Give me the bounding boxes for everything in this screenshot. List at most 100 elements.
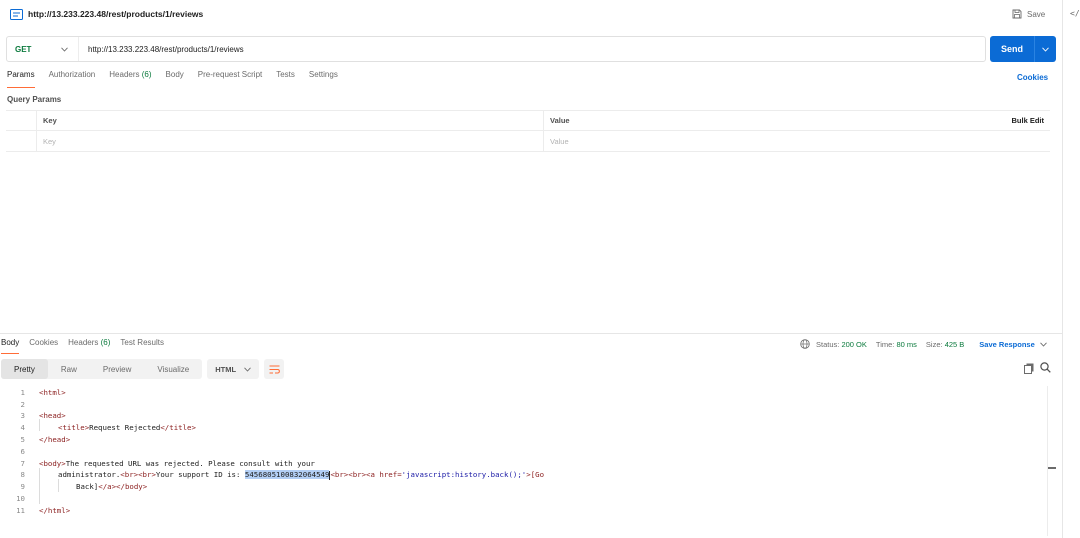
bulk-edit-button[interactable]: Bulk Edit — [943, 111, 1050, 130]
tab-body[interactable]: Body — [166, 70, 184, 88]
response-body-code[interactable]: 1 <html> 2 3 <head> 4 <title>Request Rej… — [0, 386, 1047, 536]
time-label: Time: — [875, 339, 895, 349]
line-number: 4 — [20, 423, 25, 432]
format-tabs: Pretty Raw Preview Visualize — [1, 359, 203, 379]
status-label: Status: — [816, 339, 840, 349]
table-header-row: Key Value Bulk Edit — [6, 110, 1050, 131]
url-input[interactable] — [79, 37, 959, 61]
support-id-selection[interactable]: 5456805100832064549 — [244, 470, 330, 479]
tab-label: Headers — [68, 338, 99, 347]
code-line: <head> — [39, 411, 66, 420]
save-button[interactable]: Save — [1012, 9, 1045, 19]
query-params-table: Key Value Bulk Edit — [6, 110, 1050, 152]
tab-label: Cookies — [29, 338, 59, 347]
method-select[interactable]: GET — [7, 37, 79, 61]
html-tag: >[Go — [526, 470, 545, 479]
param-key-input[interactable] — [43, 136, 543, 146]
cookies-link[interactable]: Cookies — [1017, 73, 1048, 82]
method-label: GET — [15, 44, 32, 54]
save-response-label: Save Response — [979, 339, 1035, 349]
line-number: 1 — [20, 388, 25, 397]
format-tab-preview[interactable]: Preview — [90, 359, 144, 379]
http-request-icon — [10, 9, 23, 20]
html-tag: </a></body> — [98, 482, 148, 491]
line-number: 11 — [16, 506, 25, 515]
url-bar: GET — [6, 36, 986, 62]
response-tab-test-results[interactable]: Test Results — [120, 338, 164, 354]
size-label: Size: — [925, 339, 943, 349]
row-checkbox[interactable] — [6, 131, 36, 151]
tab-label: Body — [1, 338, 20, 347]
tab-label: Headers — [109, 70, 140, 79]
search-icon[interactable] — [1040, 362, 1051, 373]
html-attr: href= — [379, 470, 402, 479]
postman-app: http://13.233.223.48/rest/products/1/rev… — [0, 0, 1080, 538]
save-response-button[interactable]: Save Response — [979, 339, 1047, 349]
wrap-lines-button[interactable] — [264, 359, 285, 379]
code-text: Request Rejected — [89, 423, 161, 432]
code-text: Your support ID is: — [155, 470, 245, 479]
format-tab-raw[interactable]: Raw — [48, 359, 90, 379]
code-snippet-toggle[interactable]: </ — [1070, 9, 1080, 18]
checkbox-column — [6, 111, 36, 130]
line-number: 6 — [20, 447, 25, 456]
tab-count: (6) — [100, 338, 111, 347]
tab-settings[interactable]: Settings — [309, 70, 338, 88]
tab-count: (6) — [141, 70, 152, 79]
send-options-button[interactable] — [1035, 46, 1056, 52]
chevron-down-icon — [1039, 341, 1047, 347]
scrollbar-thumb[interactable] — [1048, 467, 1056, 469]
response-tab-body[interactable]: Body — [1, 338, 20, 354]
response-tab-headers[interactable]: Headers (6) — [68, 338, 110, 354]
language-label: HTML — [215, 364, 237, 374]
request-title[interactable]: http://13.233.223.48/rest/products/1/rev… — [28, 9, 203, 19]
save-icon — [1012, 9, 1022, 19]
code-text: Back] — [76, 482, 99, 491]
copy-icon[interactable] — [1024, 363, 1034, 374]
chevron-down-icon — [1042, 46, 1049, 52]
format-tab-visualize[interactable]: Visualize — [144, 359, 202, 379]
tab-pre-request-script[interactable]: Pre-request Script — [198, 70, 262, 88]
code-line: <body>The requested URL was rejected. Pl… — [39, 459, 315, 468]
code-line: </html> — [39, 506, 71, 515]
response-tab-cookies[interactable]: Cookies — [29, 338, 58, 354]
value-column-header: Value — [543, 111, 943, 130]
line-number: 5 — [20, 435, 25, 444]
row-spacer — [943, 131, 1050, 151]
code-text: The requested URL was rejected. Please c… — [65, 459, 315, 468]
code-line: </head> — [39, 435, 71, 444]
query-params-label: Query Params — [7, 95, 62, 104]
code-text: administrator. — [58, 470, 121, 479]
html-string: 'javascript:history.back();' — [401, 470, 527, 479]
tab-label: Params — [7, 70, 35, 79]
send-button[interactable]: Send — [990, 36, 1056, 62]
tab-authorization[interactable]: Authorization — [49, 70, 96, 88]
code-line: Back]</a></body> — [76, 482, 147, 491]
language-select[interactable]: HTML — [207, 359, 260, 379]
response-pane-divider[interactable] — [0, 333, 1062, 334]
tab-label: Settings — [308, 70, 338, 79]
save-label: Save — [1027, 9, 1046, 19]
code-line: <title>Request Rejected</title> — [58, 423, 196, 432]
key-column-header: Key — [36, 111, 543, 130]
code-scrollbar[interactable] — [1047, 386, 1057, 536]
param-value-input[interactable] — [550, 136, 943, 146]
globe-icon[interactable] — [800, 339, 810, 349]
indent-guide — [39, 468, 40, 504]
html-tag: </title> — [160, 423, 196, 432]
right-sidebar-divider — [1062, 0, 1063, 538]
response-toolbar: Pretty Raw Preview Visualize HTML — [1, 359, 285, 379]
tab-params[interactable]: Params — [7, 70, 35, 88]
format-tab-pretty[interactable]: Pretty — [1, 359, 48, 379]
code-line: administrator.<br><br>Your support ID is… — [58, 470, 544, 480]
size-value[interactable]: 425 B — [945, 340, 965, 349]
status-value[interactable]: 200 OK — [841, 340, 866, 349]
line-number: 9 — [20, 482, 25, 491]
table-row — [6, 131, 1050, 152]
tab-headers[interactable]: Headers (6) — [109, 70, 151, 88]
response-tabs: Body Cookies Headers (6) Test Results — [0, 338, 174, 354]
tab-tests[interactable]: Tests — [276, 70, 295, 88]
indent-guide — [58, 479, 59, 492]
request-tabs: Params Authorization Headers (6) Body Pr… — [0, 70, 352, 88]
time-value[interactable]: 80 ms — [896, 340, 916, 349]
